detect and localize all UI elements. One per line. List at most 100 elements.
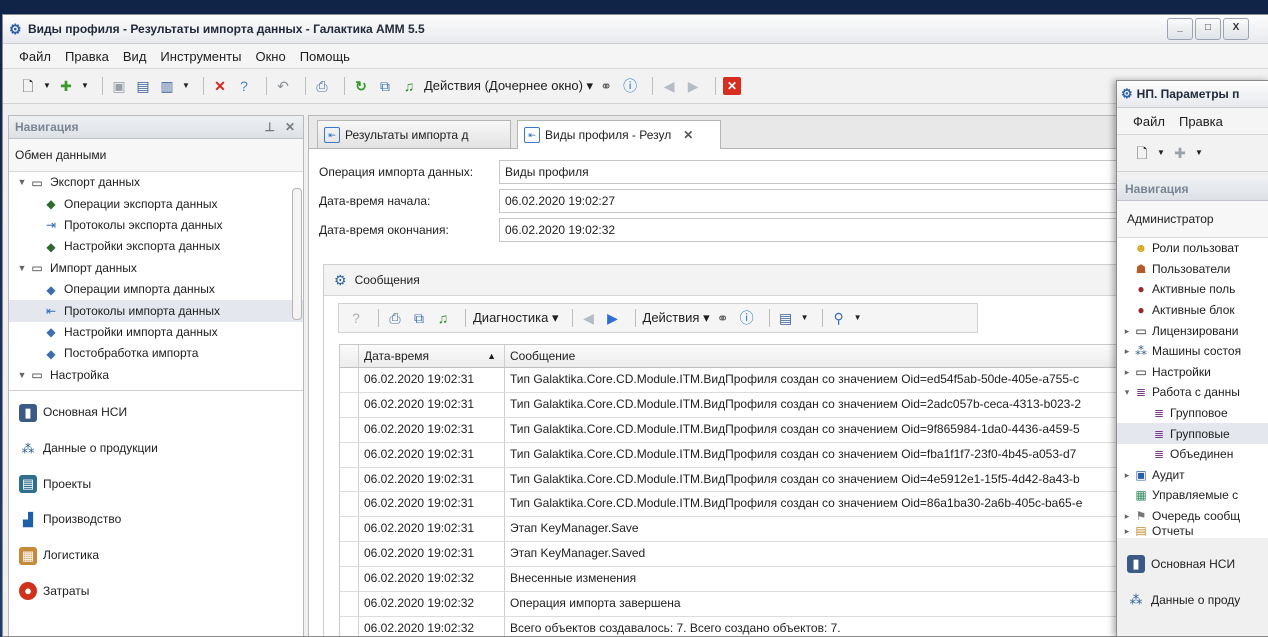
close-button[interactable]: X <box>1223 18 1249 40</box>
s-module-product-data[interactable]: ⁂ Данные о проду <box>1117 582 1268 618</box>
maximize-button[interactable]: □ <box>1195 18 1221 40</box>
expand-arrow-icon[interactable]: ▸ <box>1121 321 1133 341</box>
s-tree-node-users[interactable]: ☗ Пользователи <box>1117 259 1268 280</box>
expand-arrow-icon[interactable]: ▼ <box>15 172 29 193</box>
actions-dropdown[interactable]: Действия (Дочернее окно) ▾ <box>424 78 593 94</box>
link-icon[interactable]: ⚭ <box>597 77 615 95</box>
expand-arrow-icon[interactable]: ▸ <box>1121 506 1133 526</box>
refresh-icon[interactable]: ↻ <box>352 77 370 95</box>
expand-arrow-icon[interactable]: ▸ <box>1121 526 1133 536</box>
chevron-down-icon[interactable]: ▼ <box>1195 144 1203 162</box>
menu-edit[interactable]: Правка <box>1179 114 1223 129</box>
help-icon[interactable]: ? <box>347 309 365 327</box>
s-tree-node-group-2[interactable]: ≣ Групповые <box>1117 423 1268 444</box>
row-indicator[interactable] <box>340 567 359 592</box>
tree-node-export-protocols[interactable]: ⇥ Протоколы экспорта данных <box>9 215 303 236</box>
cell-datetime[interactable]: 06.02.2020 19:02:31 <box>359 492 505 517</box>
chevron-down-icon[interactable]: ▼ <box>81 77 89 95</box>
table-row[interactable]: 06.02.2020 19:02:32 Всего объектов создав… <box>340 616 1130 636</box>
cell-datetime[interactable]: 06.02.2020 19:02:32 <box>359 567 505 592</box>
module-logistics[interactable]: ▦ Логистика <box>9 538 303 574</box>
operation-field[interactable]: Виды профиля <box>499 159 1119 184</box>
s-tree-node-group-1[interactable]: ≣ Групповое <box>1117 403 1268 424</box>
diagnostics-dropdown[interactable]: Диагностика ▾ <box>473 310 559 326</box>
chevron-down-icon[interactable]: ▼ <box>854 309 862 327</box>
pin-icon[interactable]: ⊥ <box>265 116 275 138</box>
row-indicator[interactable] <box>340 442 359 467</box>
expand-arrow-icon[interactable]: ▼ <box>15 365 29 386</box>
info-icon[interactable]: ⓘ <box>738 309 756 327</box>
chevron-down-icon[interactable]: ▼ <box>801 309 809 327</box>
cell-message[interactable]: Этап KeyManager.Saved <box>505 542 1130 566</box>
close-red-icon[interactable]: ✕ <box>723 77 742 95</box>
row-indicator[interactable] <box>340 517 359 542</box>
open-window-icon[interactable]: ⧉ <box>410 309 428 327</box>
table-row[interactable]: 06.02.2020 19:02:31 Этап KeyManager.Saved <box>340 542 1130 568</box>
module-product-data[interactable]: ⁂ Данные о продукции <box>9 431 303 467</box>
link-icon[interactable]: ⚭ <box>714 309 732 327</box>
print-preview-icon[interactable]: ⎙ <box>313 77 331 95</box>
s-tree-node-queue[interactable]: ▸ ⚑ Очередь сообщ <box>1117 506 1268 527</box>
menu-help[interactable]: Помощь <box>300 49 350 64</box>
cell-message[interactable]: Тип Galaktika.Core.CD.Module.ITM.ВидПроф… <box>505 443 1130 467</box>
cell-message[interactable]: Тип Galaktika.Core.CD.Module.ITM.ВидПроф… <box>505 468 1130 492</box>
undo-icon[interactable]: ↶ <box>274 77 292 95</box>
s-tree-node-active-users[interactable]: ● Активные поль <box>1117 279 1268 300</box>
cell-datetime[interactable]: 06.02.2020 19:02:31 <box>359 417 505 442</box>
table-row[interactable]: 06.02.2020 19:02:31 Тип Galaktika.Core.CD… <box>340 368 1130 393</box>
chevron-down-icon[interactable]: ▼ <box>182 77 190 95</box>
tree-node-import[interactable]: ▼ ▭ Импорт данных <box>9 258 303 279</box>
cell-datetime[interactable]: 06.02.2020 19:02:32 <box>359 616 505 636</box>
cell-datetime[interactable]: 06.02.2020 19:02:31 <box>359 392 505 417</box>
export-icon[interactable]: ▤ <box>777 309 795 327</box>
row-indicator[interactable] <box>340 417 359 442</box>
s-tree-node-settings[interactable]: ▸ ▭ Настройки <box>1117 362 1268 383</box>
table-row[interactable]: 06.02.2020 19:02:31 Тип Galaktika.Core.CD… <box>340 417 1130 443</box>
close-pane-icon[interactable]: ✕ <box>285 116 295 138</box>
tree-node-import-settings[interactable]: ◆ Настройки импорта данных <box>9 322 303 343</box>
cell-message[interactable]: Тип Galaktika.Core.CD.Module.ITM.ВидПроф… <box>505 393 1130 417</box>
menu-file[interactable]: Файл <box>19 49 51 64</box>
chevron-down-icon[interactable]: ▼ <box>1157 144 1165 162</box>
save-close-icon[interactable]: ▤ <box>134 77 152 95</box>
cell-datetime[interactable]: 06.02.2020 19:02:31 <box>359 368 505 392</box>
s-tree-node-state-machines[interactable]: ▸ ⁂ Машины состоя <box>1117 341 1268 362</box>
new-document-icon[interactable]: 🗋 <box>1133 144 1151 162</box>
column-header-datetime[interactable]: Дата-время ▲ <box>359 345 505 367</box>
add-gray-icon[interactable]: ✚ <box>1171 144 1189 162</box>
delete-icon[interactable]: ✕ <box>211 77 229 95</box>
s-tree-node-reports[interactable]: ▸ ▤ Отчеты <box>1117 526 1268 536</box>
tree-scrollbar[interactable] <box>291 174 302 384</box>
expand-arrow-icon[interactable]: ▸ <box>1121 465 1133 485</box>
expand-arrow-icon[interactable]: ▼ <box>15 258 29 279</box>
module-costs[interactable]: ● Затраты <box>9 573 303 609</box>
s-tree-node-data-work[interactable]: ▾ ≣ Работа с данны <box>1117 382 1268 403</box>
menu-view[interactable]: Вид <box>123 49 147 64</box>
cell-message[interactable]: Тип Galaktika.Core.CD.Module.ITM.ВидПроф… <box>505 418 1130 442</box>
expand-arrow-icon[interactable]: ▸ <box>1121 362 1133 382</box>
expand-arrow-icon[interactable]: ▾ <box>1121 382 1133 402</box>
s-tree-node-audit[interactable]: ▸ ▣ Аудит <box>1117 465 1268 486</box>
previous-icon[interactable]: ◀ <box>580 309 598 327</box>
table-row[interactable]: 06.02.2020 19:02:31 Тип Galaktika.Core.CD… <box>340 492 1130 518</box>
module-main-nsi[interactable]: ▮ Основная НСИ <box>9 395 303 431</box>
cell-message[interactable]: Всего объектов создавалось: 7. Всего соз… <box>505 617 1130 636</box>
add-green-icon[interactable]: ✚ <box>57 77 75 95</box>
row-indicator[interactable] <box>340 592 359 616</box>
hint-icon[interactable]: ♫ <box>434 309 452 327</box>
tree-node-export-settings[interactable]: ◆ Настройки экспорта данных <box>9 236 303 257</box>
cell-datetime[interactable]: 06.02.2020 19:02:31 <box>359 442 505 467</box>
cell-message[interactable]: Операция импорта завершена <box>505 592 1130 616</box>
cell-message[interactable]: Этап KeyManager.Save <box>505 517 1130 541</box>
tree-node-import-operations[interactable]: ◆ Операции импорта данных <box>9 279 303 300</box>
filter-icon[interactable]: ⚲ <box>830 309 848 327</box>
s-tree-node-licensing[interactable]: ▸ ▭ Лицензировани <box>1117 320 1268 341</box>
table-row[interactable]: 06.02.2020 19:02:31 Тип Galaktika.Core.CD… <box>340 467 1130 493</box>
row-indicator[interactable] <box>340 392 359 417</box>
module-production[interactable]: ▟ Производство <box>9 502 303 538</box>
hint-icon[interactable]: ♫ <box>400 77 418 95</box>
tab-profile-types[interactable]: ⇤ Виды профиля - Резул ✕ <box>517 120 721 149</box>
tree-node-import-postprocessing[interactable]: ◆ Постобработка импорта <box>9 343 303 364</box>
save-new-icon[interactable]: ▥ <box>158 77 176 95</box>
row-indicator[interactable] <box>340 542 359 567</box>
